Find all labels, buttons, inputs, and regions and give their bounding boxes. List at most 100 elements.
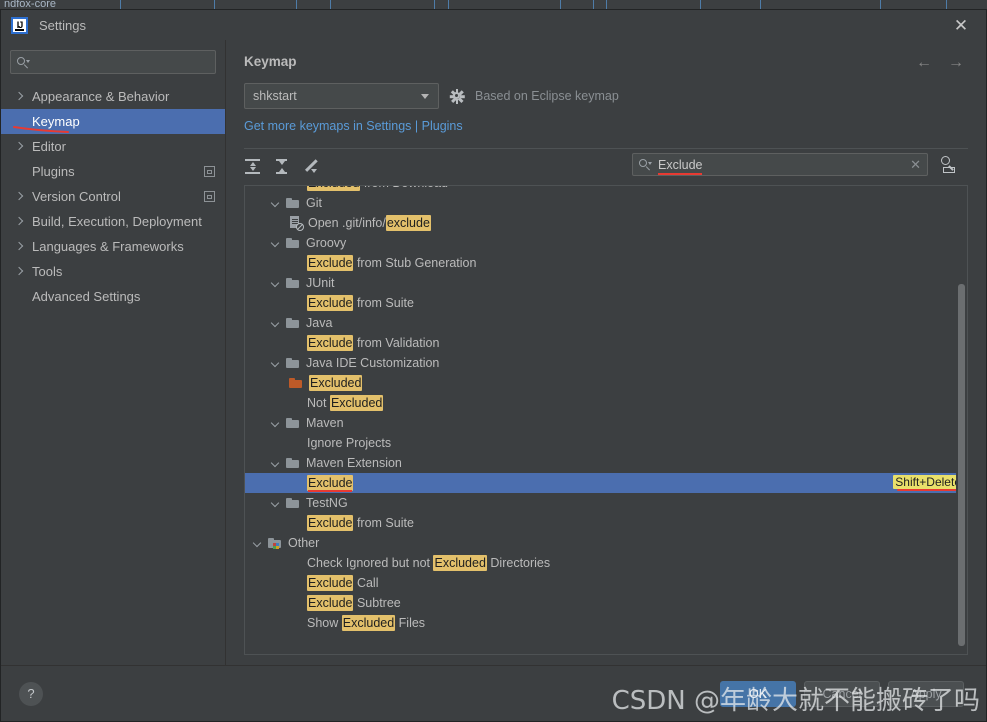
intellij-logo-icon: IJ bbox=[11, 16, 28, 34]
cancel-button[interactable]: Cancel bbox=[804, 680, 880, 707]
sidebar-item-build-execution-deployment[interactable]: Build, Execution, Deployment bbox=[1, 209, 225, 234]
chevron-down-icon bbox=[421, 94, 429, 99]
tree-row[interactable]: JUnit bbox=[245, 273, 967, 293]
keymap-search-input[interactable]: Exclude ✕ bbox=[632, 153, 928, 176]
tree-row[interactable]: Exclude from Suite bbox=[245, 513, 967, 533]
tree-row-text: Subtree bbox=[353, 596, 401, 610]
tree-row-text: Other bbox=[288, 536, 320, 550]
panel-header: Keymap ← → bbox=[226, 40, 986, 71]
edit-shortcut-icon[interactable] bbox=[302, 158, 319, 175]
search-match-highlight: Exclude bbox=[307, 595, 354, 611]
ok-button[interactable]: OK bbox=[720, 680, 796, 707]
search-match-highlight: Exclude bbox=[307, 515, 354, 531]
gear-icon[interactable] bbox=[449, 88, 465, 104]
tree-row[interactable]: Exclude Shift+Delete bbox=[245, 473, 967, 493]
tree-scrollbar-thumb[interactable] bbox=[958, 284, 965, 646]
chevron-down-icon[interactable] bbox=[253, 538, 264, 549]
tree-row[interactable]: Ignore Projects bbox=[245, 433, 967, 453]
tree-row-label: Maven bbox=[306, 416, 344, 430]
chevron-down-icon[interactable] bbox=[271, 498, 282, 509]
arrow-left-icon[interactable]: ← bbox=[916, 55, 932, 71]
chevron-down-icon[interactable] bbox=[271, 198, 282, 209]
clear-icon[interactable]: ✕ bbox=[910, 158, 921, 171]
folder-icon bbox=[286, 497, 300, 509]
tree-row-text: TestNG bbox=[306, 496, 348, 510]
chevron-right-icon[interactable] bbox=[15, 141, 26, 152]
tree-row[interactable]: Exclude from Suite bbox=[245, 293, 967, 313]
git-exclude-file-icon bbox=[289, 216, 304, 231]
folder-icon bbox=[286, 197, 300, 209]
sidebar-item-keymap[interactable]: Keymap bbox=[1, 109, 225, 134]
tree-row-text: from Suite bbox=[353, 296, 414, 310]
close-icon[interactable]: ✕ bbox=[952, 17, 970, 35]
chevron-right-icon[interactable] bbox=[15, 191, 26, 202]
expand-all-icon[interactable] bbox=[244, 158, 261, 175]
chevron-down-icon[interactable] bbox=[271, 458, 282, 469]
sidebar-item-advanced-settings[interactable]: Advanced Settings bbox=[1, 284, 225, 309]
chevron-right-icon[interactable] bbox=[15, 216, 26, 227]
search-input[interactable] bbox=[10, 50, 216, 74]
sidebar-item-plugins[interactable]: Plugins bbox=[1, 159, 225, 184]
tree-row[interactable]: Maven bbox=[245, 413, 967, 433]
tree-row[interactable]: Maven Extension bbox=[245, 453, 967, 473]
chevron-down-icon[interactable] bbox=[271, 358, 282, 369]
tree-row[interactable]: Groovy bbox=[245, 233, 967, 253]
search-match-highlight: Exclude bbox=[307, 335, 354, 351]
tree-row-label: Exclude Subtree bbox=[307, 595, 401, 611]
tree-row[interactable]: Java bbox=[245, 313, 967, 333]
arrow-right-icon[interactable]: → bbox=[948, 55, 964, 71]
tree-row[interactable]: Show Excluded Files bbox=[245, 613, 967, 633]
window-icon bbox=[204, 166, 215, 177]
chevron-right-icon[interactable] bbox=[15, 266, 26, 277]
sidebar-item-label: Editor bbox=[32, 139, 66, 154]
get-more-keymaps-link[interactable]: Get more keymaps in Settings | Plugins bbox=[244, 119, 463, 133]
tree-row-label: Excluded bbox=[309, 375, 363, 391]
tree-row-label: Ignore Projects bbox=[307, 436, 391, 450]
sidebar-item-languages-frameworks[interactable]: Languages & Frameworks bbox=[1, 234, 225, 259]
tree-row-label: Git bbox=[306, 196, 322, 210]
nav-spacer bbox=[15, 166, 26, 177]
sidebar-item-editor[interactable]: Editor bbox=[1, 134, 225, 159]
chevron-right-icon[interactable] bbox=[15, 91, 26, 102]
sidebar-item-appearance-behavior[interactable]: Appearance & Behavior bbox=[1, 84, 225, 109]
chevron-down-icon[interactable] bbox=[271, 238, 282, 249]
tree-row[interactable]: Exclude from Validation bbox=[245, 333, 967, 353]
sidebar-item-version-control[interactable]: Version Control bbox=[1, 184, 225, 209]
find-by-shortcut-icon[interactable] bbox=[939, 155, 957, 173]
chevron-down-icon[interactable] bbox=[271, 278, 282, 289]
sidebar-item-label: Keymap bbox=[32, 114, 80, 129]
tree-row-text: Directories bbox=[486, 556, 551, 570]
keymap-dropdown[interactable]: shkstart bbox=[244, 83, 439, 109]
chevron-down-icon[interactable] bbox=[271, 318, 282, 329]
tree-row[interactable]: Not Excluded bbox=[245, 393, 967, 413]
tree-row[interactable]: Exclude Call bbox=[245, 573, 967, 593]
collapse-all-icon[interactable] bbox=[273, 158, 290, 175]
sidebar-nav-list: Appearance & Behavior Keymap Editor Plugins… bbox=[1, 78, 225, 309]
chevron-down-icon[interactable] bbox=[271, 418, 282, 429]
sidebar-item-label: Appearance & Behavior bbox=[32, 89, 170, 104]
tree-row-label: Java IDE Customization bbox=[306, 356, 439, 370]
sidebar-item-tools[interactable]: Tools bbox=[1, 259, 225, 284]
sidebar-item-label: Advanced Settings bbox=[32, 289, 141, 304]
settings-sidebar: Appearance & Behavior Keymap Editor Plugins… bbox=[1, 40, 226, 665]
sidebar-item-label: Languages & Frameworks bbox=[32, 239, 184, 254]
tree-row-text: JUnit bbox=[306, 276, 335, 290]
chevron-right-icon[interactable] bbox=[15, 241, 26, 252]
tree-row[interactable]: Java IDE Customization bbox=[245, 353, 967, 373]
tree-row[interactable]: TestNG bbox=[245, 493, 967, 513]
tree-row[interactable]: Exclude from Stub Generation bbox=[245, 253, 967, 273]
settings-dialog: IJ Settings ✕ Appearance & Behavior Keyma… bbox=[0, 9, 987, 722]
tree-row-label: Java bbox=[306, 316, 332, 330]
tree-row[interactable]: Exclude Subtree bbox=[245, 593, 967, 613]
tree-row[interactable]: Excluded bbox=[245, 373, 967, 393]
keymap-panel: Keymap ← → shkstart Based on Eclipse key… bbox=[226, 40, 986, 665]
tree-row[interactable]: Open .git/info/exclude bbox=[245, 213, 967, 233]
tree-row[interactable]: Excluded from Download bbox=[245, 186, 967, 193]
apply-button[interactable]: Apply bbox=[888, 680, 964, 707]
tree-row[interactable]: Git bbox=[245, 193, 967, 213]
help-icon[interactable]: ? bbox=[19, 681, 43, 706]
tree-row[interactable]: Check Ignored but not Excluded Directori… bbox=[245, 553, 967, 573]
tree-row[interactable]: Other bbox=[245, 533, 967, 553]
window-icon bbox=[204, 191, 215, 202]
tree-scrollbar-track[interactable] bbox=[956, 186, 967, 654]
